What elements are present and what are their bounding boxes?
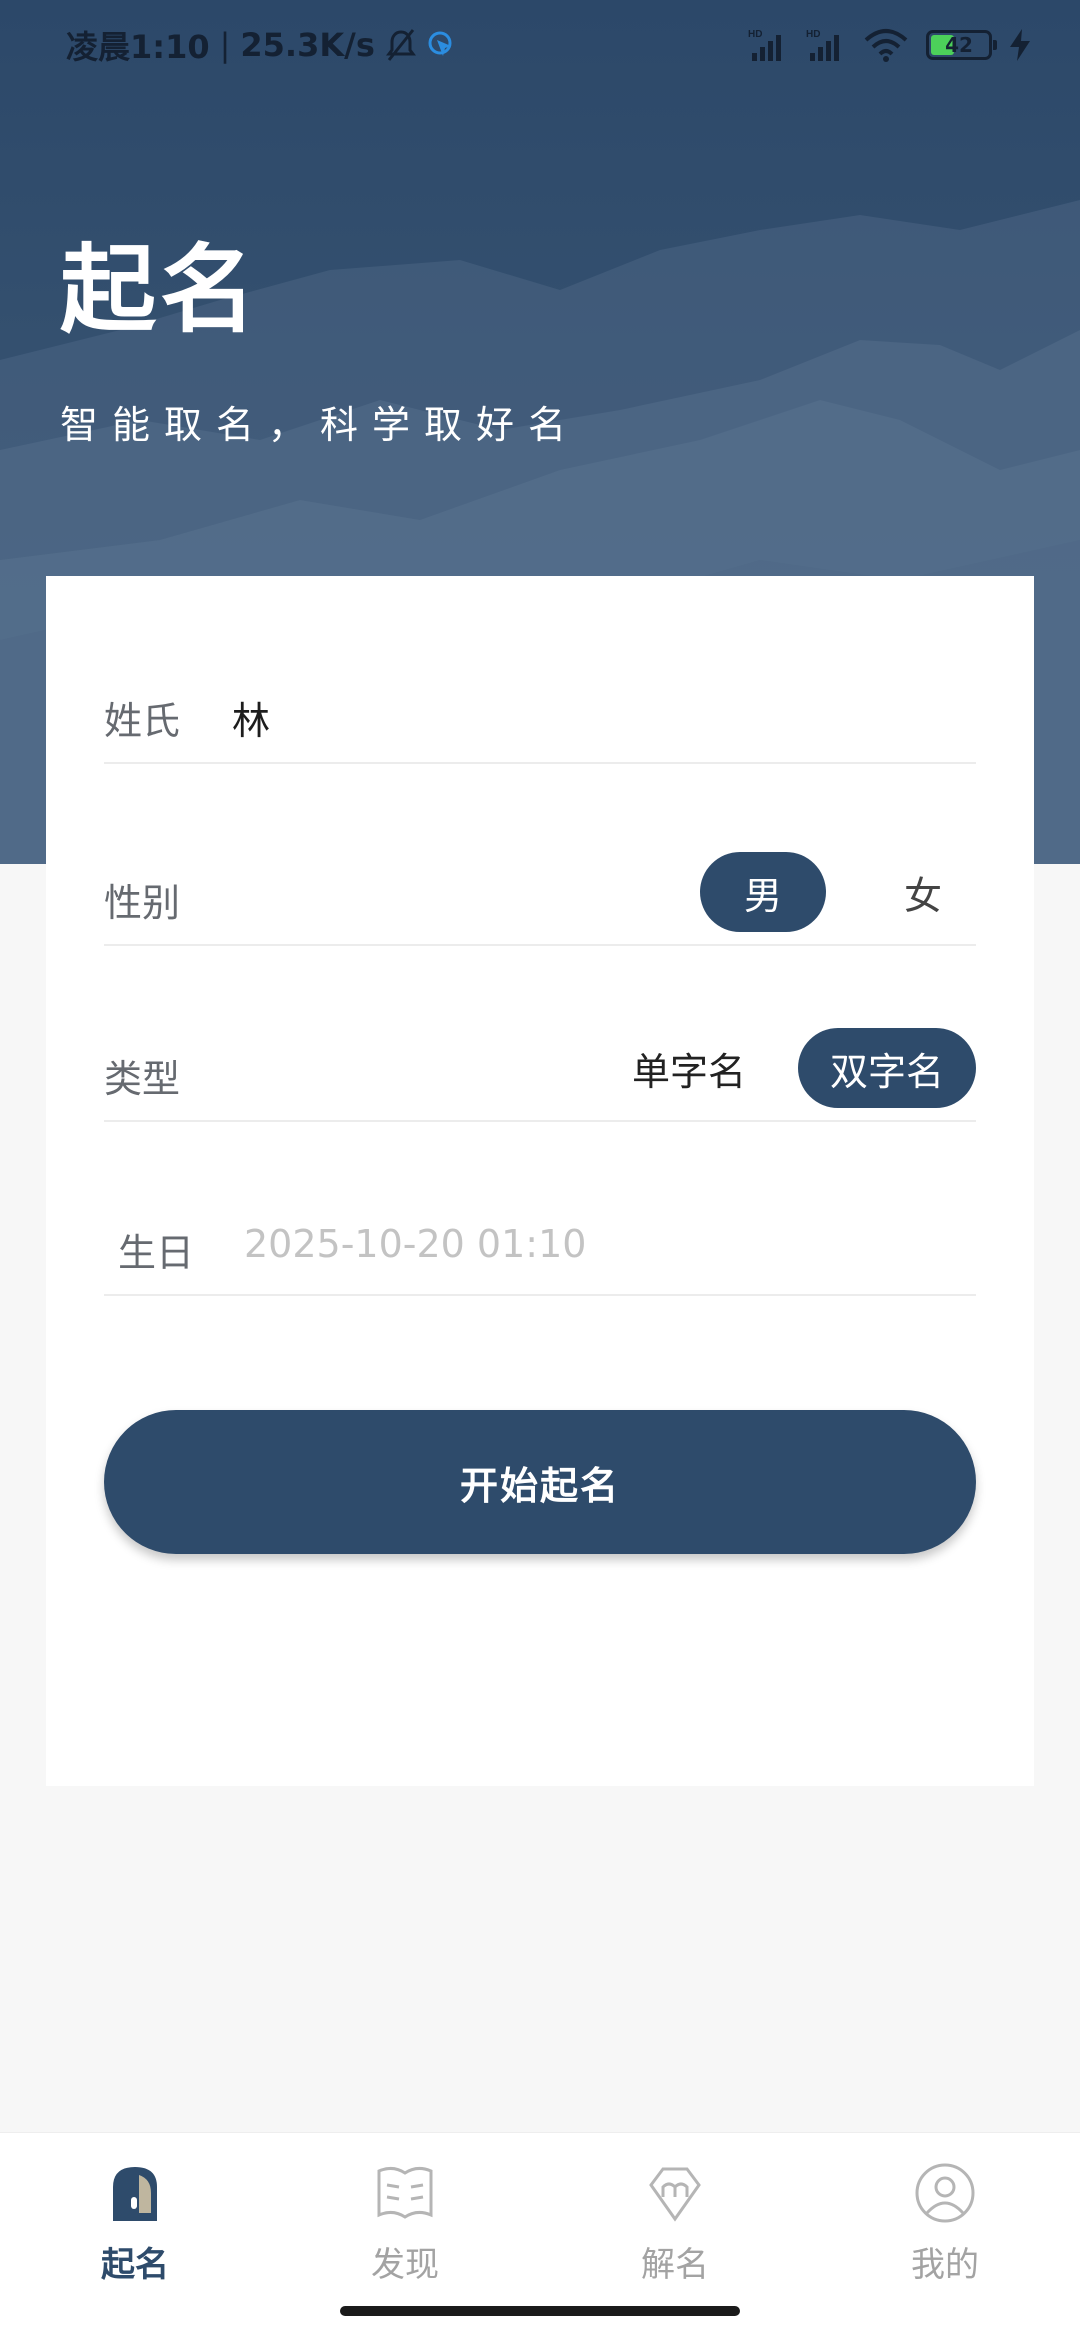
m-badge-icon <box>649 2167 701 2222</box>
signal-hd-icon: HD <box>748 29 781 61</box>
tab-profile[interactable]: 我的 <box>810 2133 1080 2333</box>
gender-option-male[interactable]: 男 <box>700 852 826 932</box>
naming-form-card: 姓氏 林 性别 男 女 类型 单字名 双字名 生日 2025-10-20 01:… <box>46 576 1034 1786</box>
person-icon <box>915 2163 975 2223</box>
birthday-input[interactable]: 2025-10-20 01:10 <box>244 1222 586 1266</box>
tab-name-analysis-label: 解名 <box>641 2245 709 2285</box>
signal-hd-icon-2: HD <box>806 29 839 61</box>
page-subtitle: 智能取名，科学取好名 <box>60 403 581 447</box>
surname-label: 姓氏 <box>104 699 181 743</box>
status-net-speed: 25.3K/s <box>240 26 375 64</box>
type-row: 类型 单字名 双字名 <box>104 1028 976 1122</box>
start-naming-button[interactable]: 开始起名 <box>104 1410 976 1554</box>
gender-option-female[interactable]: 女 <box>870 852 976 932</box>
battery-level: 42 <box>945 33 973 57</box>
type-option-double[interactable]: 双字名 <box>798 1028 976 1108</box>
birthday-label: 生日 <box>118 1231 195 1275</box>
gender-row: 性别 男 女 <box>104 852 976 946</box>
tab-discover[interactable]: 发现 <box>270 2133 540 2333</box>
status-time: 凌晨1:10 <box>66 28 210 66</box>
tab-profile-label: 我的 <box>911 2245 979 2285</box>
tab-discover-label: 发现 <box>371 2245 439 2285</box>
tab-name-analysis[interactable]: 解名 <box>540 2133 810 2333</box>
book-icon <box>377 2166 433 2219</box>
surname-row: 姓氏 林 <box>104 670 976 764</box>
page-title: 起名 <box>60 234 260 346</box>
surname-input[interactable]: 林 <box>232 690 270 745</box>
home-indicator[interactable] <box>340 2306 740 2316</box>
type-label: 类型 <box>104 1057 181 1101</box>
gender-label: 性别 <box>104 881 181 925</box>
birthday-row: 生日 2025-10-20 01:10 <box>104 1202 976 1296</box>
svg-text:HD: HD <box>748 29 762 40</box>
tab-naming[interactable]: 起名 <box>0 2133 270 2333</box>
svg-text:HD: HD <box>806 29 820 40</box>
tab-naming-label: 起名 <box>101 2245 169 2285</box>
charging-bolt-icon <box>1010 29 1030 61</box>
type-option-single[interactable]: 单字名 <box>614 1028 764 1108</box>
app-notification-icon <box>428 31 452 56</box>
battery-indicator: 42 <box>926 30 997 60</box>
status-bar: 凌晨1:10 | 25.3K/s HD HD 42 <box>0 0 1080 90</box>
name-door-icon <box>113 2167 157 2221</box>
wifi-icon <box>864 29 908 62</box>
mute-bell-icon <box>385 29 416 61</box>
